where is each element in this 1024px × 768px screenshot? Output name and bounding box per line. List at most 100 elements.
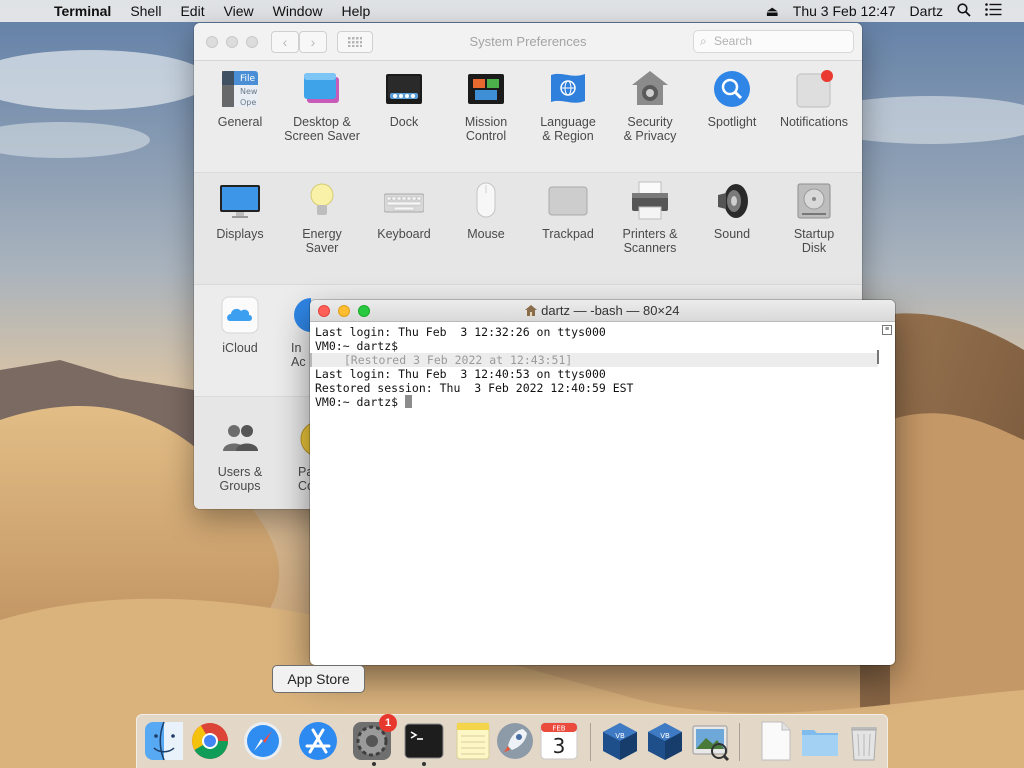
pane-label: Security & Privacy: [623, 115, 677, 143]
pane-label: Displays: [216, 227, 264, 241]
pane-printers-scanners[interactable]: Printers & Scanners: [609, 181, 691, 255]
spotlight-icon: [712, 69, 752, 109]
dock-running-indicator: [372, 762, 376, 766]
terminal-scroll-marker: [877, 350, 879, 364]
pane-general[interactable]: File New Ope General: [199, 69, 281, 129]
dock-tooltip: App Store: [272, 665, 365, 693]
spotlight-search-icon[interactable]: [957, 2, 971, 20]
preferences-row-personal: File New Ope General Desktop & Screen Sa…: [194, 61, 862, 173]
terminal-line: Last login: Thu Feb 3 12:40:53 on ttys00…: [315, 367, 606, 381]
terminal-window: dartz — -bash — 80×24 Last login: Thu Fe…: [310, 300, 895, 665]
internet-accounts-icon: [291, 295, 311, 335]
trackpad-icon: [548, 181, 588, 221]
pane-label: iCloud: [222, 341, 258, 355]
pane-trackpad[interactable]: Trackpad: [527, 181, 609, 241]
pane-label: Trackpad: [542, 227, 594, 241]
speaker-icon: [712, 181, 752, 221]
pane-label: Keyboard: [377, 227, 431, 241]
pane-label: Mouse: [467, 227, 505, 241]
dock-terminal-icon[interactable]: [403, 720, 445, 762]
dock-finder-icon[interactable]: [143, 720, 185, 762]
terminal-cursor: [405, 395, 413, 408]
terminal-prompt: VM0:~ dartz$: [315, 395, 406, 409]
pane-notifications[interactable]: Notifications: [773, 69, 855, 129]
terminal-line: Restored session: Thu 3 Feb 2022 12:40:5…: [315, 381, 634, 395]
menu-status-area: ⏏ Thu 3 Feb 12:47 Dartz: [766, 3, 1024, 20]
general-icon-new: New: [240, 87, 258, 96]
mouse-icon: [466, 181, 506, 221]
pane-displays[interactable]: Displays: [199, 181, 281, 241]
dock-separator: [739, 723, 740, 761]
terminal-line: Last login: Thu Feb 3 12:32:26 on ttys00…: [315, 325, 606, 339]
security-house-icon: [630, 69, 670, 109]
dock-launchpad-icon[interactable]: [494, 720, 536, 762]
pane-label: Users & Groups: [217, 465, 263, 493]
dock-virtualbox-vm-icon[interactable]: VB: [644, 720, 686, 762]
menu-window[interactable]: Window: [273, 3, 323, 19]
printer-icon: [630, 181, 670, 221]
menu-help[interactable]: Help: [341, 3, 370, 19]
pane-internet-accounts[interactable]: In Ac: [281, 295, 311, 369]
pane-startup-disk[interactable]: Startup Disk: [773, 181, 855, 255]
dock-calendar-icon[interactable]: FEB 3: [538, 720, 580, 762]
terminal-prompt-line: VM0:~ dartz$: [315, 395, 895, 409]
pane-label: Language & Region: [540, 115, 596, 143]
pane-desktop-screen-saver[interactable]: Desktop & Screen Saver: [281, 69, 363, 143]
terminal-title-text: dartz — -bash — 80×24: [541, 303, 680, 318]
dock-preview-icon[interactable]: [689, 720, 731, 762]
pane-security-privacy[interactable]: Security & Privacy: [609, 69, 691, 143]
users-groups-icon: [220, 419, 260, 459]
pane-spotlight[interactable]: Spotlight: [691, 69, 773, 129]
dock-document-icon[interactable]: [754, 720, 796, 762]
general-icon-open: Ope: [240, 98, 256, 107]
notification-center-icon[interactable]: [985, 3, 1002, 19]
dock-chrome-icon[interactable]: [189, 720, 231, 762]
menu-view[interactable]: View: [224, 3, 254, 19]
pane-users-groups[interactable]: Users & Groups: [199, 419, 281, 493]
menu-user[interactable]: Dartz: [910, 3, 943, 19]
terminal-split-icon[interactable]: ≡: [882, 325, 892, 335]
terminal-restored-marker: [Restored 3 Feb 2022 at 12:43:51]: [310, 353, 878, 367]
notifications-icon: [794, 69, 834, 109]
dock-virtualbox-icon[interactable]: VB: [599, 720, 641, 762]
preferences-search-field[interactable]: ⌕ Search: [693, 30, 854, 53]
pane-mission-control[interactable]: Mission Control: [445, 69, 527, 143]
menu-app-name[interactable]: Terminal: [54, 3, 111, 19]
pane-dock[interactable]: Dock: [363, 69, 445, 129]
terminal-title: dartz — -bash — 80×24: [310, 303, 895, 318]
pane-mouse[interactable]: Mouse: [445, 181, 527, 241]
terminal-titlebar[interactable]: dartz — -bash — 80×24: [310, 300, 895, 322]
displays-icon: [220, 181, 260, 221]
dock-folder-icon[interactable]: [799, 720, 841, 762]
pane-sound[interactable]: Sound: [691, 181, 773, 241]
home-folder-icon: [525, 303, 541, 318]
dock-notes-icon[interactable]: [452, 720, 494, 762]
menu-bar: Terminal Shell Edit View Window Help ⏏ T…: [0, 0, 1024, 22]
dock-system-preferences-icon[interactable]: 1: [351, 714, 397, 762]
svg-text:VB: VB: [660, 732, 670, 740]
eject-icon[interactable]: ⏏: [766, 3, 779, 20]
general-icon-file: File: [240, 74, 256, 84]
menu-clock[interactable]: Thu 3 Feb 12:47: [793, 3, 896, 19]
dock-app-store-icon[interactable]: [297, 720, 339, 762]
menu-shell[interactable]: Shell: [130, 3, 161, 19]
pane-energy-saver[interactable]: Energy Saver: [281, 181, 363, 255]
startup-disk-icon: [794, 181, 834, 221]
language-region-flag-icon: [548, 69, 588, 109]
dock-running-indicator: [422, 762, 426, 766]
preferences-row-hardware: Displays Energy Saver Keyboard Mouse Tra…: [194, 173, 862, 285]
pane-keyboard[interactable]: Keyboard: [363, 181, 445, 241]
terminal-output[interactable]: Last login: Thu Feb 3 12:32:26 on ttys00…: [310, 322, 895, 665]
desktop-screen-saver-icon: [302, 69, 342, 109]
pane-label: In Ac: [291, 341, 306, 369]
pane-parental-controls[interactable]: Pa Co: [281, 419, 311, 493]
pane-icloud[interactable]: iCloud: [199, 295, 281, 355]
pane-language-region[interactable]: Language & Region: [527, 69, 609, 143]
dock: 1 FEB 3 VB VB: [136, 714, 888, 768]
menu-edit[interactable]: Edit: [180, 3, 204, 19]
system-preferences-badge: 1: [379, 714, 397, 732]
dock-safari-icon[interactable]: [242, 720, 284, 762]
dock-trash-icon[interactable]: [843, 720, 885, 762]
search-icon: ⌕: [700, 34, 707, 48]
energy-saver-bulb-icon: [302, 181, 342, 221]
